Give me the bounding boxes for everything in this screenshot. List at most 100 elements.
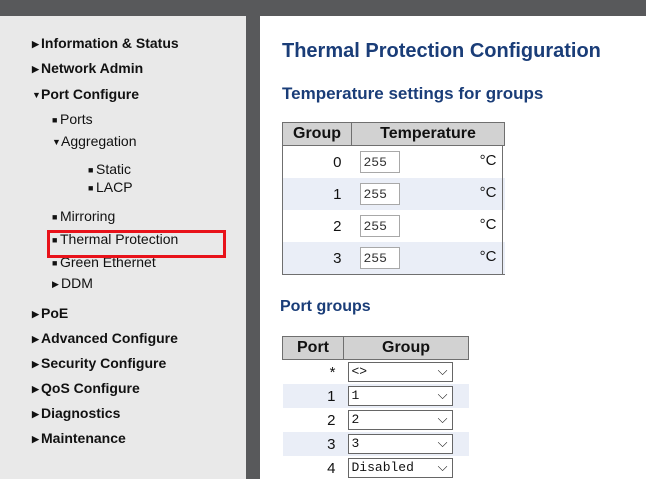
table-border-left: [282, 145, 283, 275]
temperature-input[interactable]: [359, 215, 400, 237]
sidebar-item-poe[interactable]: ▶ PoE: [32, 305, 68, 321]
group-select[interactable]: 1 ⌵: [347, 386, 453, 406]
sidebar-item-label: Port Configure: [41, 86, 139, 102]
temperature-input[interactable]: [359, 151, 400, 173]
table-row: 2 °C: [282, 210, 505, 242]
chevron-down-icon: ⌵: [437, 412, 448, 427]
sidebar-item-diagnostics[interactable]: ▶ Diagnostics: [32, 405, 120, 421]
sidebar-item-label: Advanced Configure: [41, 330, 178, 346]
bullet-icon: ■: [52, 212, 58, 222]
bullet-icon: ■: [52, 258, 58, 268]
column-header-group: Group: [282, 122, 352, 146]
sidebar-item-label: Aggregation: [61, 133, 137, 149]
group-select[interactable]: Disabled ⌵: [347, 458, 453, 478]
sidebar-item-network-admin[interactable]: ▶ Network Admin: [32, 60, 143, 76]
table-row: 1 °C: [282, 178, 505, 210]
triangle-right-icon: ▶: [32, 64, 39, 74]
group-cell: 0: [333, 153, 342, 171]
sidebar-item-label: PoE: [41, 305, 69, 321]
port-cell: *: [329, 363, 336, 381]
sidebar-item-label: Network Admin: [41, 60, 144, 76]
table-row: 2 2 ⌵: [282, 408, 469, 432]
group-select-cell: 3 ⌵: [344, 432, 469, 456]
sidebar-item-maintenance[interactable]: ▶ Maintenance: [32, 430, 126, 446]
column-header-port: Port: [282, 336, 344, 360]
chevron-down-icon: ⌵: [437, 460, 448, 475]
bullet-icon: ■: [88, 183, 94, 193]
sidebar-item-ddm[interactable]: ▶ DDM: [52, 275, 93, 291]
sidebar-item-security-configure[interactable]: ▶ Security Configure: [32, 355, 166, 371]
sidebar-item-label: Security Configure: [41, 355, 167, 371]
port-cell: 4: [327, 459, 336, 477]
group-select-cell: 1 ⌵: [344, 384, 469, 408]
sidebar-item-port-configure[interactable]: ▼Port Configure: [32, 86, 139, 102]
page-title: Thermal Protection Configuration: [282, 40, 601, 62]
port-cell: 1: [327, 387, 336, 405]
triangle-down-icon: ▼: [32, 90, 41, 100]
sidebar-item-label: Ports: [60, 111, 93, 127]
table-row: 0 °C: [282, 145, 505, 178]
group-select[interactable]: <> ⌵: [347, 362, 453, 382]
sidebar-item-label: Static: [96, 161, 132, 177]
temperature-section-title: Temperature settings for groups: [282, 84, 544, 103]
table-row: 1 1 ⌵: [282, 384, 469, 408]
sidebar-item-advanced-configure[interactable]: ▶ Advanced Configure: [32, 330, 178, 346]
unit-label: °C: [479, 216, 497, 233]
temperature-cell: °C: [352, 242, 505, 275]
temperature-cell: °C: [352, 178, 505, 210]
port-groups-table: Port Group * <> ⌵ 1 1 ⌵ 2 2 ⌵ 3 3 ⌵ 4 Di…: [282, 336, 469, 479]
table-row: * <> ⌵: [282, 359, 469, 385]
top-bar: [0, 0, 646, 16]
triangle-right-icon: ▶: [32, 39, 39, 49]
temperature-input[interactable]: [359, 183, 400, 205]
group-select-cell: 2 ⌵: [344, 408, 469, 432]
sidebar-item-label: Maintenance: [41, 430, 126, 446]
group-select-value: 1: [351, 388, 360, 403]
chevron-down-icon: ⌵: [437, 436, 448, 451]
triangle-right-icon: ▶: [32, 334, 39, 344]
group-select-cell: <> ⌵: [344, 360, 469, 385]
main-content: Thermal Protection Configuration Tempera…: [260, 16, 646, 479]
sidebar-item-label: Information & Status: [41, 35, 179, 51]
group-select-cell: Disabled ⌵: [344, 456, 469, 479]
port-groups-section-title: Port groups: [280, 298, 371, 315]
sidebar-item-label: Diagnostics: [41, 405, 121, 421]
temperature-cell: °C: [352, 210, 505, 242]
port-cell: 3: [327, 435, 336, 453]
group-cell: 2: [333, 217, 342, 235]
sidebar-item-ports[interactable]: ■ Ports: [52, 111, 93, 127]
sidebar-item-mirroring[interactable]: ■ Mirroring: [52, 208, 115, 224]
temperature-table: Group Temperature 0 °C 1 °C 2: [282, 122, 505, 275]
triangle-right-icon: ▶: [32, 359, 39, 369]
column-header-temperature: Temperature: [351, 122, 505, 146]
temperature-input[interactable]: [359, 247, 400, 269]
sidebar-item-static[interactable]: ■ Static: [88, 161, 131, 177]
port-cell: 2: [327, 411, 336, 429]
sidebar-item-information-status[interactable]: ▶ Information & Status: [32, 35, 179, 51]
group-select-value: 3: [351, 436, 360, 451]
sidebar-item-label: Mirroring: [60, 208, 116, 224]
group-select-value: <>: [351, 364, 368, 379]
group-select[interactable]: 2 ⌵: [347, 410, 453, 430]
group-select[interactable]: 3 ⌵: [347, 434, 453, 454]
sidebar-item-lacp[interactable]: ■ LACP: [88, 179, 133, 195]
bullet-icon: ■: [88, 165, 94, 175]
triangle-right-icon: ▶: [52, 279, 59, 289]
triangle-down-icon: ▼: [52, 137, 61, 147]
sidebar-item-qos-configure[interactable]: ▶ QoS Configure: [32, 380, 140, 396]
group-cell: 3: [333, 249, 342, 267]
triangle-right-icon: ▶: [32, 409, 39, 419]
sidebar-item-label: QoS Configure: [41, 380, 140, 396]
bullet-icon: ■: [52, 115, 58, 125]
unit-label: °C: [479, 184, 497, 201]
table-row: 3 °C: [282, 242, 505, 275]
column-header-group: Group: [343, 336, 469, 360]
table-row: 4 Disabled ⌵: [282, 456, 469, 479]
group-select-value: 2: [351, 412, 360, 427]
triangle-right-icon: ▶: [32, 384, 39, 394]
unit-label: °C: [479, 248, 497, 265]
group-select-value: Disabled: [351, 460, 414, 475]
frame-divider[interactable]: [246, 16, 260, 479]
sidebar-item-label: LACP: [96, 179, 133, 195]
sidebar-item-aggregation[interactable]: ▼Aggregation: [52, 133, 137, 149]
